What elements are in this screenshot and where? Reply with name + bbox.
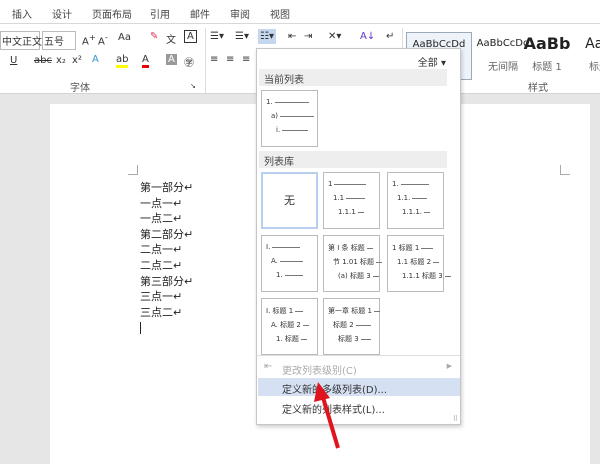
shrink-font-icon[interactable]: A-	[98, 32, 108, 47]
document-line: 第三部分↵	[140, 274, 194, 288]
tab-references[interactable]: 引用	[150, 6, 170, 21]
document-line: 三点二↵	[140, 305, 183, 319]
char-border-icon[interactable]: A	[184, 30, 197, 43]
change-list-level-item: ⇤ 更改列表级别(C) ▶	[264, 361, 452, 377]
list-library-cell[interactable]: 第一章 标题 1 标题 2 标题 3	[323, 298, 380, 355]
resize-grip-icon[interactable]: ⠿	[453, 415, 458, 423]
tab-layout[interactable]: 页面布局	[92, 6, 132, 21]
subscript-icon[interactable]: x₂	[56, 55, 66, 66]
font-dialog-launcher-icon[interactable]: ↘	[190, 82, 196, 90]
list-library-cell[interactable]: I. A. 1.	[261, 235, 318, 292]
list-level-sample: (a) 标题 3	[338, 271, 379, 281]
document-line: 三点一↵	[140, 290, 183, 304]
list-level-sample: 1.1 标题 2	[397, 257, 440, 267]
list-level-sample: 第 I 条 标题	[328, 243, 373, 253]
tab-design[interactable]: 设计	[52, 6, 72, 21]
list-level-sample: I. 标题 1	[266, 306, 304, 316]
phonetic-icon[interactable]: 文	[166, 31, 176, 46]
multilevel-list-dropdown: 全部 ▾ 当前列表 1. a) i. 列表库 无 1 1.1 1.1.1 1. 1.1.…	[256, 48, 461, 425]
highlight-icon[interactable]: ab	[116, 54, 129, 68]
tab-review[interactable]: 审阅	[230, 6, 250, 21]
list-library-cell[interactable]: 1 1.1 1.1.1	[323, 172, 380, 229]
list-level-sample: 1	[328, 180, 367, 188]
change-case-button[interactable]: Aa	[118, 32, 131, 43]
document-line: 一点一↵	[140, 196, 183, 210]
list-level-sample: 1.	[276, 271, 303, 279]
list-level-sample: 1.1	[333, 194, 366, 202]
strikethrough-icon[interactable]: abc	[34, 55, 52, 66]
list-level-sample: 节 1.01 标题	[333, 257, 383, 267]
document-line: 第一部分↵	[140, 181, 194, 194]
list-level-sample: 1 标题 1	[392, 243, 434, 253]
list-level-sample: 1. 标题	[276, 334, 307, 344]
define-new-multilevel-list-item[interactable]: 定义新的多级列表(D)...	[258, 378, 460, 396]
list-level-sample: 1.1.1 标题 3	[402, 271, 451, 281]
tab-mailings[interactable]: 邮件	[190, 6, 210, 21]
underline-icon[interactable]: U	[10, 55, 17, 66]
list-level-sample: 标题 2	[333, 320, 371, 330]
list-library-cell[interactable]: I. 标题 1 A. 标题 2 1. 标题	[261, 298, 318, 355]
filter-dropdown[interactable]: 全部 ▾	[418, 54, 446, 69]
font-size-select[interactable]: 五号	[42, 31, 76, 50]
increase-indent-icon[interactable]: ⇥	[304, 31, 312, 42]
document-line: 一点二↵	[140, 212, 183, 226]
numbering-icon[interactable]: ☰▾	[235, 31, 249, 42]
list-level-sample: 1.1.	[397, 194, 428, 202]
indent-icon: ⇤	[264, 361, 273, 372]
list-level-sample: 1.1.1.	[402, 208, 431, 216]
clear-format-icon[interactable]: ✎	[150, 31, 158, 42]
bullets-icon[interactable]: ☰▾	[210, 31, 224, 42]
enclose-char-icon[interactable]: ㊫	[184, 54, 194, 69]
document-line: 第二部分↵	[140, 227, 194, 241]
superscript-icon[interactable]: x²	[72, 55, 82, 66]
font-color-icon[interactable]: A	[142, 54, 149, 68]
current-list-header: 当前列表	[259, 69, 447, 86]
list-library-cell[interactable]: 1. 1.1. 1.1.1.	[387, 172, 444, 229]
align-right-icon[interactable]: ≡	[242, 54, 250, 65]
tab-insert[interactable]: 插入	[12, 6, 32, 21]
list-level-sample: 第一章 标题 1	[328, 306, 380, 316]
align-center-icon[interactable]: ≡	[226, 54, 234, 65]
list-level-sample: 1.	[392, 180, 429, 188]
ribbon-tabs: 插入 设计 页面布局 引用 邮件 审阅 视图	[0, 0, 600, 24]
list-level-sample: 1.1.1	[338, 208, 364, 216]
list-level-sample: A.	[271, 257, 303, 265]
decrease-indent-icon[interactable]: ⇤	[288, 31, 296, 42]
margin-mark	[128, 165, 138, 175]
group-styles-label: 样式	[528, 83, 548, 94]
submenu-arrow-icon: ▶	[446, 362, 452, 370]
grow-font-icon[interactable]: A+	[82, 32, 96, 47]
list-level-sample: A. 标题 2	[271, 320, 309, 330]
list-library-cell[interactable]: 第 I 条 标题节 1.01 标题 (a) 标题 3	[323, 235, 383, 292]
list-level-sample: I.	[266, 243, 301, 251]
document-line: 二点二↵	[140, 259, 183, 272]
red-arrow-annotation	[314, 382, 340, 449]
asian-layout-icon[interactable]: ✕▾	[328, 31, 341, 42]
char-shading-icon[interactable]: A	[166, 54, 177, 65]
define-new-list-style-item[interactable]: 定义新的列表样式(L)...	[258, 398, 460, 416]
text-effect-icon[interactable]: A	[92, 54, 99, 65]
font-name-select[interactable]: 中文正文	[0, 31, 42, 50]
style-title[interactable]: AaB标题	[566, 32, 600, 80]
list-library-cell[interactable]: 1 标题 1 1.1 标题 2 1.1.1 标题 3	[387, 235, 451, 292]
align-left-icon[interactable]: ≡	[210, 54, 218, 65]
sort-icon[interactable]: A↓	[360, 31, 375, 42]
current-list-cell[interactable]: 1. a) i.	[261, 90, 318, 147]
show-marks-icon[interactable]: ↵	[386, 31, 394, 42]
text-cursor	[140, 322, 141, 334]
list-library-header: 列表库	[259, 151, 447, 168]
multilevel-list-icon[interactable]: ☷▾	[258, 29, 276, 44]
document-line: 二点一↵	[140, 243, 183, 257]
group-font-label: 字体	[70, 83, 90, 94]
list-none[interactable]: 无	[261, 172, 318, 229]
list-level-sample: 标题 3	[338, 334, 371, 344]
tab-view[interactable]: 视图	[270, 6, 290, 21]
margin-mark	[560, 165, 570, 175]
